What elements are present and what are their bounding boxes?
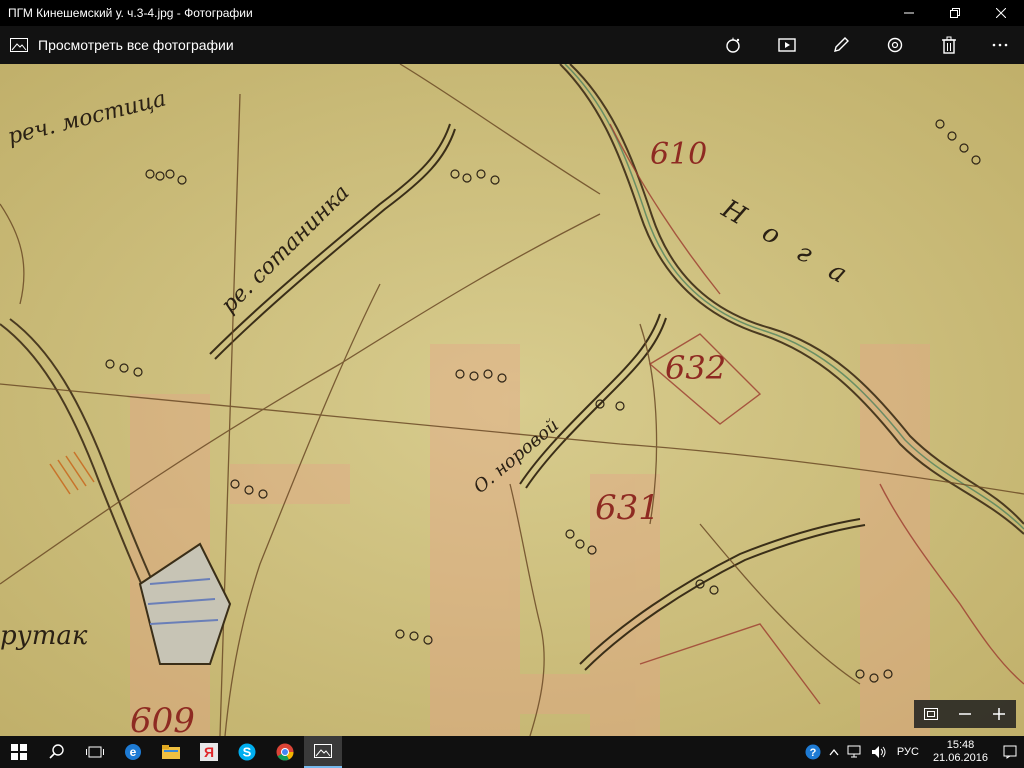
chevron-up-icon <box>829 748 839 756</box>
photo-viewer[interactable]: реч. мостица ре. сотанинка Нога О. норов… <box>0 64 1024 736</box>
minimize-icon <box>904 12 914 14</box>
svg-text:S: S <box>243 745 252 760</box>
view-all-photos-button[interactable]: Просмотреть все фотографии <box>0 37 234 53</box>
tray-language[interactable]: РУС <box>891 746 925 758</box>
start-button[interactable] <box>0 736 38 768</box>
map-number-610: 610 <box>650 137 707 172</box>
photos-appbar: Просмотреть все фотографии <box>0 26 1024 64</box>
system-tray: ? РУС 15:48 21.06.2016 <box>801 736 1024 768</box>
map-number-609: 609 <box>130 701 195 736</box>
map-number-632: 632 <box>665 349 726 387</box>
tray-clock[interactable]: 15:48 21.06.2016 <box>925 739 996 765</box>
slideshow-button[interactable] <box>760 26 814 64</box>
tray-show-hidden[interactable] <box>825 748 843 756</box>
svg-text:?: ? <box>810 747 817 759</box>
more-button[interactable] <box>976 26 1024 64</box>
photos-icon <box>314 744 332 758</box>
search-icon <box>49 744 64 759</box>
zoom-in-button[interactable] <box>982 700 1016 728</box>
fit-screen-button[interactable] <box>914 700 948 728</box>
help-icon: ? <box>805 744 821 760</box>
window-titlebar: ПГМ Кинешемский у. ч.3-4.jpg - Фотографи… <box>0 0 1024 26</box>
tray-volume[interactable] <box>867 745 891 759</box>
taskbar-explorer[interactable] <box>152 736 190 768</box>
delete-button[interactable] <box>922 26 976 64</box>
taskbar-yandex[interactable]: Я <box>190 736 228 768</box>
historical-map-image: реч. мостица ре. сотанинка Нога О. норов… <box>0 64 1024 736</box>
more-icon <box>992 43 1008 47</box>
rotate-button[interactable] <box>868 26 922 64</box>
zoom-in-icon <box>993 708 1005 720</box>
taskbar-chrome[interactable] <box>266 736 304 768</box>
taskbar-skype[interactable]: S <box>228 736 266 768</box>
network-icon <box>847 745 861 758</box>
windows-taskbar: e Я S ? РУС 15:48 21.06.2016 <box>0 736 1024 768</box>
fit-screen-icon <box>924 708 938 720</box>
task-view-icon <box>86 746 104 758</box>
clock-time: 15:48 <box>946 739 975 751</box>
zoom-out-icon <box>959 713 971 715</box>
tray-help[interactable]: ? <box>801 744 825 760</box>
edge-icon: e <box>125 744 141 760</box>
maximize-icon <box>950 8 960 18</box>
taskbar-edge[interactable]: e <box>114 736 152 768</box>
zoom-controls <box>914 700 1016 728</box>
enhance-button[interactable] <box>706 26 760 64</box>
yandex-icon: Я <box>200 743 218 761</box>
action-center-button[interactable] <box>996 736 1024 768</box>
tray-network[interactable] <box>843 745 867 759</box>
enhance-icon <box>726 37 740 53</box>
taskbar-photos[interactable] <box>304 736 342 768</box>
slideshow-icon <box>778 38 796 52</box>
skype-icon: S <box>238 743 256 761</box>
map-label-krutak: рутак <box>0 621 88 651</box>
zoom-out-button[interactable] <box>948 700 982 728</box>
window-title: ПГМ Кинешемский у. ч.3-4.jpg - Фотографи… <box>8 6 253 20</box>
windows-start-icon <box>11 744 27 760</box>
maximize-button[interactable] <box>932 0 978 26</box>
edit-button[interactable] <box>814 26 868 64</box>
explorer-icon <box>162 745 180 759</box>
volume-icon <box>871 746 886 758</box>
close-icon <box>996 8 1006 18</box>
minimize-button[interactable] <box>886 0 932 26</box>
clock-date: 21.06.2016 <box>932 752 988 764</box>
chrome-icon <box>276 743 294 761</box>
edit-icon <box>834 37 849 52</box>
photo-collection-icon <box>10 38 28 52</box>
task-view-button[interactable] <box>76 736 114 768</box>
map-number-631: 631 <box>595 488 660 528</box>
notification-icon <box>1003 745 1017 759</box>
rotate-icon <box>887 37 903 53</box>
svg-text:Я: Я <box>204 744 214 760</box>
svg-text:e: e <box>130 745 137 759</box>
delete-icon <box>942 36 956 54</box>
view-all-photos-label: Просмотреть все фотографии <box>38 37 234 53</box>
search-button[interactable] <box>38 736 76 768</box>
close-button[interactable] <box>978 0 1024 26</box>
